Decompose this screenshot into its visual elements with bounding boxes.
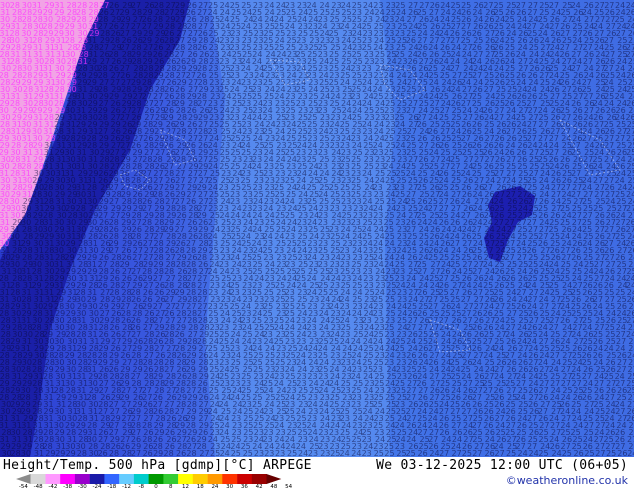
map-title: Height/Temp. 500 hPa [gdmp][°C] ARPEGE xyxy=(3,458,312,473)
credit-link[interactable]: ©weatheronline.co.uk xyxy=(506,474,628,487)
isotherm-labels: 3028303129312828282726292726282729262725… xyxy=(0,1,634,457)
colorbar-tick-label: -24 xyxy=(93,484,102,490)
isotherm-label: 25 xyxy=(287,449,297,457)
isotherm-label: 23 xyxy=(264,449,274,457)
colorbar-swatch xyxy=(163,474,178,484)
isotherm-label: 23 xyxy=(254,449,264,457)
isotherm-label: 28 xyxy=(109,449,119,457)
colorbar-tick-label: 36 xyxy=(241,484,248,490)
colorbar-high-arrow xyxy=(267,474,282,484)
colorbar-tick-label: -48 xyxy=(34,484,43,490)
isotherm-label: 24 xyxy=(529,449,539,457)
isotherm-label: 25 xyxy=(562,449,572,457)
colorbar-swatch xyxy=(134,474,149,484)
colorbar-tick-label: 48 xyxy=(270,484,277,490)
colorbar-low-arrow xyxy=(16,474,31,484)
isotherm-label: 25 xyxy=(231,449,241,457)
colorbar-tick-label: -18 xyxy=(107,484,116,490)
colorbar-swatch xyxy=(208,474,223,484)
colorbar-swatch xyxy=(119,474,134,484)
isotherm-label: 31 xyxy=(34,449,44,457)
colorbar-tick-label: 0 xyxy=(154,484,158,490)
isotherm-label: 27 xyxy=(439,449,449,457)
isotherm-label: 26 xyxy=(98,449,108,457)
isotherm-label: 26 xyxy=(485,449,495,457)
isotherm-label: 23 xyxy=(362,449,372,457)
isotherm-label: 23 xyxy=(320,449,330,457)
isotherm-label: 26 xyxy=(143,449,153,457)
isotherm-label: 27 xyxy=(199,449,209,457)
isotherm-label: 29 xyxy=(45,449,55,457)
isotherm-label: 27 xyxy=(131,449,141,457)
colorbar-tick-label: 12 xyxy=(182,484,189,490)
colorbar-tick-label: -38 xyxy=(63,484,72,490)
isotherm-label: 23 xyxy=(275,449,285,457)
isotherm-label: 28 xyxy=(77,449,87,457)
colorbar-tick-label: 54 xyxy=(285,484,292,490)
isotherm-label: 25 xyxy=(462,449,472,457)
colorbar-tick-label: 18 xyxy=(197,484,204,490)
colorbar-swatch xyxy=(178,474,193,484)
colorbar-swatch xyxy=(90,474,105,484)
colorbar xyxy=(16,474,296,484)
colorbar-tick-label: -30 xyxy=(78,484,87,490)
isotherm-label: 26 xyxy=(574,449,584,457)
isotherm-label: 28 xyxy=(11,449,21,457)
colorbar-swatch xyxy=(237,474,252,484)
isotherm-label: 25 xyxy=(538,449,548,457)
colorbar-tick-label: 30 xyxy=(226,484,233,490)
isotherm-label: 24 xyxy=(552,449,562,457)
isotherm-label: 27 xyxy=(495,449,505,457)
isotherm-label: 26 xyxy=(418,449,428,457)
weather-map: 3028303129312828282726292726282729262725… xyxy=(0,0,634,457)
colorbar-tick-label: 8 xyxy=(169,484,173,490)
colorbar-tick-label: -42 xyxy=(48,484,57,490)
colorbar-tick-label: 24 xyxy=(211,484,218,490)
isotherm-label: 27 xyxy=(472,449,482,457)
isotherm-label: 24 xyxy=(351,449,361,457)
colorbar-swatch xyxy=(75,474,90,484)
isotherm-label: 30 xyxy=(21,449,31,457)
isotherm-label: 25 xyxy=(374,449,384,457)
colorbar-swatch xyxy=(193,474,208,484)
isotherm-label: 27 xyxy=(595,449,605,457)
isotherm-label: 23 xyxy=(308,449,318,457)
colorbar-tick-label: -12 xyxy=(122,484,131,490)
isotherm-label: 27 xyxy=(452,449,462,457)
isotherm-label: 29 xyxy=(66,449,76,457)
isotherm-label: 26 xyxy=(176,449,186,457)
isotherm-label: 24 xyxy=(429,449,439,457)
colorbar-swatch xyxy=(252,474,267,484)
isotherm-label: 28 xyxy=(164,449,174,457)
colorbar-swatch xyxy=(31,474,46,484)
colorbar-tick-label: -8 xyxy=(139,484,144,490)
isotherm-label: 24 xyxy=(627,449,634,457)
colorbar-tick-label: -54 xyxy=(19,484,28,490)
isotherm-label: 25 xyxy=(506,449,516,457)
isotherm-label: 29 xyxy=(153,449,163,457)
isotherm-label: 25 xyxy=(584,449,594,457)
isotherm-label: 25 xyxy=(384,449,394,457)
isotherm-label: 26 xyxy=(617,449,627,457)
isotherm-label: 29 xyxy=(55,449,65,457)
isotherm-label: 25 xyxy=(243,449,253,457)
isotherm-label: 28 xyxy=(186,449,196,457)
isotherm-label: 24 xyxy=(518,449,528,457)
isotherm-label: 24 xyxy=(220,449,230,457)
colorbar-swatch xyxy=(46,474,61,484)
colorbar-swatch xyxy=(104,474,119,484)
isotherm-label: 24 xyxy=(340,449,350,457)
isotherm-label: 24 xyxy=(298,449,308,457)
colorbar-swatch xyxy=(60,474,75,484)
colorbar-swatch xyxy=(149,474,164,484)
colorbar-swatch xyxy=(222,474,237,484)
forecast-datetime: We 03-12-2025 12:00 UTC (06+05) xyxy=(376,458,628,473)
isotherm-label: 25 xyxy=(606,449,616,457)
footer-bar: Height/Temp. 500 hPa [gdmp][°C] ARPEGE W… xyxy=(0,457,634,490)
colorbar-tick-label: 42 xyxy=(256,484,263,490)
isotherm-label: 25 xyxy=(406,449,416,457)
